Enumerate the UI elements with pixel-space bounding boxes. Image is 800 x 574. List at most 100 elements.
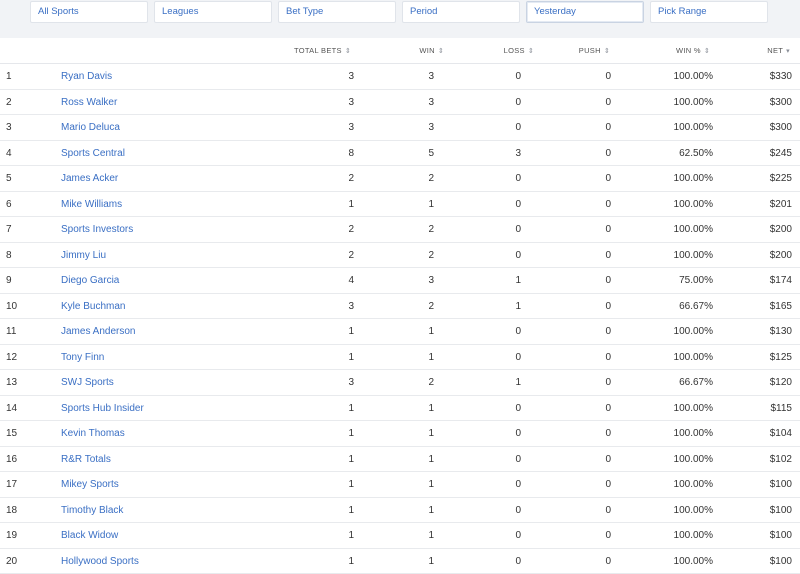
push-cell: 0 [605, 71, 611, 82]
table-row: 13 SWJ Sports 3 2 1 0 66.67% $120 [0, 370, 800, 396]
capper-name-link[interactable]: Sports Central [61, 141, 125, 166]
table-row: 18 Timothy Black 1 1 0 0 100.00% $100 [0, 498, 800, 523]
net-cell: $245 [769, 147, 792, 159]
capper-name-link[interactable]: SWJ Sports [61, 370, 114, 395]
filter-bet-type-dropdown[interactable]: Bet Type [278, 1, 396, 23]
table-row: 10 Kyle Buchman 3 2 1 0 66.67% $165 [0, 294, 800, 319]
win-pct-cell: 100.00% [673, 326, 713, 337]
loss-cell: 0 [515, 555, 521, 567]
loss-cell: 0 [515, 122, 521, 133]
win-pct-cell: 66.67% [679, 377, 713, 388]
column-header-total-bets[interactable]: TOTAL BETS ⇕ [294, 38, 351, 64]
column-header-push[interactable]: PUSH ⇕ [579, 38, 610, 64]
capper-name-link[interactable]: Mike Williams [61, 192, 122, 217]
sort-icon: ⇕ [437, 48, 444, 55]
capper-name-link[interactable]: Sports Hub Insider [61, 396, 144, 421]
capper-name-link[interactable]: Hollywood Sports [61, 549, 139, 574]
rank-cell: 17 [6, 479, 18, 490]
capper-name-link[interactable]: Black Widow [61, 523, 118, 548]
push-cell: 0 [605, 198, 611, 210]
capper-name-link[interactable]: Kevin Thomas [61, 421, 125, 446]
net-cell: $100 [769, 555, 792, 567]
win-cell: 1 [428, 428, 434, 439]
net-cell: $330 [769, 71, 792, 82]
capper-name-link[interactable]: Diego Garcia [61, 268, 119, 293]
capper-name-link[interactable]: Mikey Sports [61, 472, 119, 497]
total-bets-cell: 1 [348, 479, 354, 490]
capper-name-link[interactable]: Mario Deluca [61, 115, 120, 140]
table-row: 15 Kevin Thomas 1 1 0 0 100.00% $104 [0, 421, 800, 447]
table-row: 7 Sports Investors 2 2 0 0 100.00% $200 [0, 217, 800, 243]
table-header: TOTAL BETS ⇕ WIN ⇕ LOSS ⇕ PUSH ⇕ WIN % ⇕ NET ▾ [0, 38, 800, 64]
capper-name-link[interactable]: Ryan Davis [61, 64, 112, 89]
push-cell: 0 [605, 275, 611, 286]
total-bets-cell: 1 [348, 351, 354, 363]
filter-pick-range-dropdown[interactable]: Pick Range [650, 1, 768, 23]
win-cell: 3 [428, 275, 434, 286]
capper-name-link[interactable]: R&R Totals [61, 447, 111, 472]
win-pct-cell: 100.00% [673, 530, 713, 541]
rank-cell: 9 [6, 275, 12, 286]
capper-name-link[interactable]: Timothy Black [61, 498, 123, 523]
rank-cell: 20 [6, 555, 18, 567]
capper-name-link[interactable]: James Acker [61, 166, 118, 191]
total-bets-cell: 2 [348, 224, 354, 235]
push-cell: 0 [605, 351, 611, 363]
column-header-win[interactable]: WIN ⇕ [419, 38, 444, 64]
sort-desc-icon: ▾ [786, 48, 790, 55]
leaderboard-table-body: 1 Ryan Davis 3 3 0 0 100.00% $330 2 Ross Walker 3 3… [0, 64, 800, 574]
total-bets-cell: 1 [348, 555, 354, 567]
total-bets-cell: 1 [348, 198, 354, 210]
capper-name-link[interactable]: Ross Walker [61, 90, 117, 115]
capper-name-link[interactable]: Jimmy Liu [61, 243, 106, 268]
loss-cell: 0 [515, 428, 521, 439]
loss-cell: 0 [515, 96, 521, 108]
win-pct-cell: 100.00% [673, 173, 713, 184]
filter-leagues-dropdown[interactable]: Leagues [154, 1, 272, 23]
sort-icon: ⇕ [603, 48, 610, 55]
column-header-net[interactable]: NET ▾ [767, 38, 790, 64]
win-cell: 3 [428, 96, 434, 108]
win-cell: 1 [428, 530, 434, 541]
capper-name-link[interactable]: Tony Finn [61, 345, 104, 370]
rank-cell: 1 [6, 71, 12, 82]
win-cell: 1 [428, 453, 434, 465]
win-pct-cell: 100.00% [673, 479, 713, 490]
loss-cell: 1 [515, 275, 521, 286]
capper-name-link[interactable]: Kyle Buchman [61, 294, 125, 319]
table-row: 12 Tony Finn 1 1 0 0 100.00% $125 [0, 345, 800, 370]
column-header-label: NET [767, 46, 784, 55]
net-cell: $100 [769, 530, 792, 541]
win-cell: 1 [428, 504, 434, 516]
table-row: 20 Hollywood Sports 1 1 0 0 100.00% $100 [0, 549, 800, 574]
win-pct-cell: 100.00% [673, 198, 713, 210]
loss-cell: 0 [515, 173, 521, 184]
win-cell: 1 [428, 402, 434, 414]
rank-cell: 15 [6, 428, 18, 439]
rank-cell: 5 [6, 173, 12, 184]
push-cell: 0 [605, 147, 611, 159]
win-pct-cell: 100.00% [673, 351, 713, 363]
filter-date-dropdown[interactable]: Yesterday [526, 1, 644, 23]
filter-sport-dropdown[interactable]: All Sports [30, 1, 148, 23]
rank-cell: 13 [6, 377, 18, 388]
filter-period-dropdown[interactable]: Period [402, 1, 520, 23]
win-pct-cell: 100.00% [673, 71, 713, 82]
capper-name-link[interactable]: James Anderson [61, 319, 136, 344]
capper-name-link[interactable]: Sports Investors [61, 217, 133, 242]
net-cell: $200 [769, 249, 792, 261]
table-row: 3 Mario Deluca 3 3 0 0 100.00% $300 [0, 115, 800, 141]
net-cell: $174 [769, 275, 792, 286]
column-header-loss[interactable]: LOSS ⇕ [504, 38, 534, 64]
win-pct-cell: 100.00% [673, 402, 713, 414]
loss-cell: 0 [515, 479, 521, 490]
push-cell: 0 [605, 122, 611, 133]
push-cell: 0 [605, 402, 611, 414]
net-cell: $130 [769, 326, 792, 337]
table-row: 11 James Anderson 1 1 0 0 100.00% $130 [0, 319, 800, 345]
net-cell: $200 [769, 224, 792, 235]
total-bets-cell: 3 [348, 122, 354, 133]
column-header-win-pct[interactable]: WIN % ⇕ [676, 38, 710, 64]
table-row: 14 Sports Hub Insider 1 1 0 0 100.00% $115 [0, 396, 800, 421]
win-pct-cell: 100.00% [673, 96, 713, 108]
